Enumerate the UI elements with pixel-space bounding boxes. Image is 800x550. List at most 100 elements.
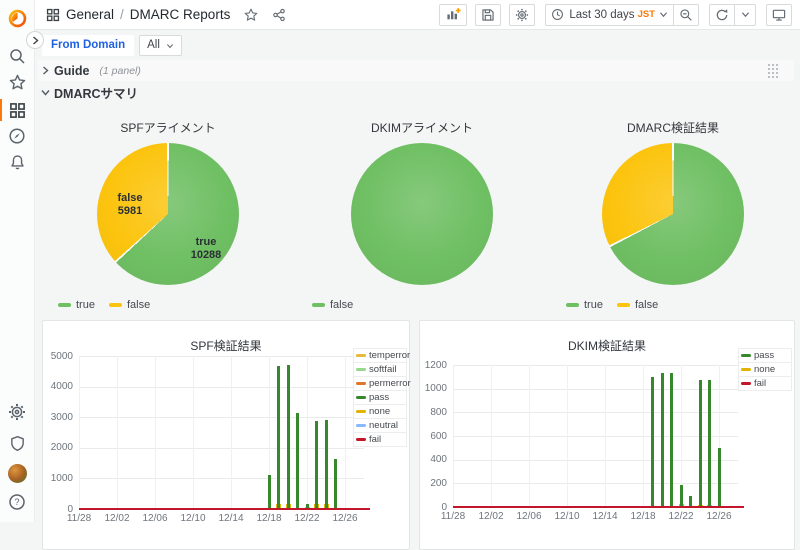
legend-item-none[interactable]: none (738, 362, 792, 377)
template-variable-row: From Domain All (42, 35, 182, 56)
zoom-out-button[interactable] (673, 4, 699, 26)
legend-label: true (584, 299, 603, 311)
bar-pass-12/25[interactable] (708, 380, 711, 507)
explore-compass-icon (8, 127, 26, 145)
dkim-alignment-pie[interactable] (351, 143, 493, 285)
gridline (79, 356, 80, 509)
refresh-button[interactable] (709, 4, 735, 26)
variable-label: From Domain (42, 35, 134, 56)
pie-legend: true false (58, 299, 150, 311)
legend-swatch (741, 354, 751, 357)
share-dashboard-button[interactable] (272, 8, 286, 22)
time-range-label: Last 30 days (569, 9, 634, 21)
legend-item-true[interactable]: true (58, 299, 95, 311)
legend-swatch (356, 368, 366, 371)
sidebar-item-server-admin[interactable] (0, 429, 34, 457)
sidebar-item-configuration[interactable] (0, 398, 34, 426)
x-axis-tick-label: 11/28 (435, 511, 471, 522)
bar-pass-12/19[interactable] (651, 377, 654, 507)
legend-item-permerror[interactable]: permerror (353, 376, 407, 391)
bar-pass-12/21[interactable] (296, 413, 299, 509)
legend-item-false[interactable]: false (109, 299, 150, 311)
chevron-down-icon (659, 11, 668, 18)
refresh-interval-dropdown[interactable] (734, 4, 756, 26)
panel-title[interactable]: DMARC検証結果 (550, 119, 796, 136)
bar-pass-12/21[interactable] (670, 373, 673, 507)
cycle-view-button[interactable] (766, 4, 792, 26)
bar-pass-12/26[interactable] (718, 448, 721, 507)
bar-pass-12/25[interactable] (334, 459, 337, 509)
bar-pass-12/22[interactable] (680, 485, 683, 507)
time-range-picker[interactable]: Last 30 days JST (545, 4, 674, 26)
legend-item-pass[interactable]: pass (738, 348, 792, 363)
grafana-dashboard: { "app": { "accent_orange": "#ff780a", "… (0, 0, 800, 522)
series-fail-zero-line[interactable] (453, 506, 744, 508)
row-drag-handle-icon[interactable] (768, 64, 780, 78)
legend-item-neutral[interactable]: neutral (353, 418, 407, 433)
x-axis-tick-label: 12/22 (663, 511, 699, 522)
legend-item-false[interactable]: false (617, 299, 658, 311)
search-icon (8, 47, 26, 65)
dashboards-grid-icon (9, 102, 26, 119)
legend-swatch (356, 382, 366, 385)
legend-item-false[interactable]: false (312, 299, 353, 311)
legend-item-fail[interactable]: fail (353, 432, 407, 447)
legend-item-true[interactable]: true (566, 299, 603, 311)
bar-pass-12/20[interactable] (661, 373, 664, 507)
gridline (605, 365, 606, 507)
refresh-icon (715, 8, 729, 22)
variable-value-dropdown[interactable]: All (139, 35, 182, 56)
gridline (79, 356, 364, 357)
row-header-dmarc-summary[interactable]: DMARCサマリ (38, 83, 794, 102)
legend-label: temperror (369, 350, 410, 361)
sidebar-item-profile[interactable] (0, 459, 34, 487)
bar-pass-12/19[interactable] (277, 366, 280, 509)
row-header-guide[interactable]: Guide (1 panel) (38, 60, 794, 81)
gridline (529, 365, 530, 507)
panel-title[interactable]: SPFアライメント (42, 119, 294, 136)
legend-item-softfail[interactable]: softfail (353, 362, 407, 377)
y-axis-tick-label: 800 (413, 407, 447, 418)
legend-label: none (369, 406, 390, 417)
gridline (491, 365, 492, 507)
admin-shield-icon (9, 435, 26, 452)
panel-title[interactable]: DKIMアライメント (296, 119, 548, 136)
legend-swatch (356, 354, 366, 357)
dashboard-settings-button[interactable] (509, 4, 535, 26)
legend-item-none[interactable]: none (353, 404, 407, 419)
star-dashboard-button[interactable] (244, 8, 258, 22)
legend-item-pass[interactable]: pass (353, 390, 407, 405)
panel-spf-verification: SPF検証結果 01000200030004000500011/2812/021… (42, 320, 410, 550)
y-axis-tick-label: 1200 (413, 360, 447, 371)
bar-pass-12/18[interactable] (268, 475, 271, 509)
dmarc-result-pie[interactable] (602, 143, 744, 285)
y-axis-tick-label: 400 (413, 454, 447, 465)
grafana-logo[interactable] (0, 4, 34, 32)
sidebar-item-starred[interactable] (0, 68, 34, 96)
breadcrumb-section[interactable]: General (66, 7, 114, 22)
page-title[interactable]: DMARC Reports (130, 7, 231, 22)
sidebar-expand-button[interactable] (26, 31, 44, 49)
x-axis-tick-label: 12/02 (473, 511, 509, 522)
legend-item-temperror[interactable]: temperror (353, 348, 407, 363)
sidebar-item-help[interactable]: ? (0, 488, 34, 516)
bar-pass-12/24[interactable] (325, 420, 328, 509)
save-dashboard-button[interactable] (475, 4, 501, 26)
breadcrumb-separator: / (120, 7, 124, 22)
sidebar-item-alerting[interactable] (0, 148, 34, 176)
sidebar-item-dashboards[interactable] (0, 96, 34, 124)
sidebar-item-explore[interactable] (0, 122, 34, 150)
bar-pass-12/20[interactable] (287, 365, 290, 509)
series-fail-zero-line[interactable] (79, 508, 370, 510)
bar-pass-12/23[interactable] (315, 421, 318, 509)
bar-pass-12/24[interactable] (699, 380, 702, 507)
legend-item-fail[interactable]: fail (738, 376, 792, 391)
legend-label: false (127, 299, 150, 311)
add-panel-button[interactable] (439, 4, 467, 26)
row-title[interactable]: Guide (54, 64, 89, 78)
chevron-right-icon (32, 36, 39, 45)
row-title[interactable]: DMARCサマリ (54, 83, 138, 102)
y-axis-tick-label: 1000 (413, 383, 447, 394)
star-icon (9, 74, 26, 91)
gridline (453, 389, 738, 390)
